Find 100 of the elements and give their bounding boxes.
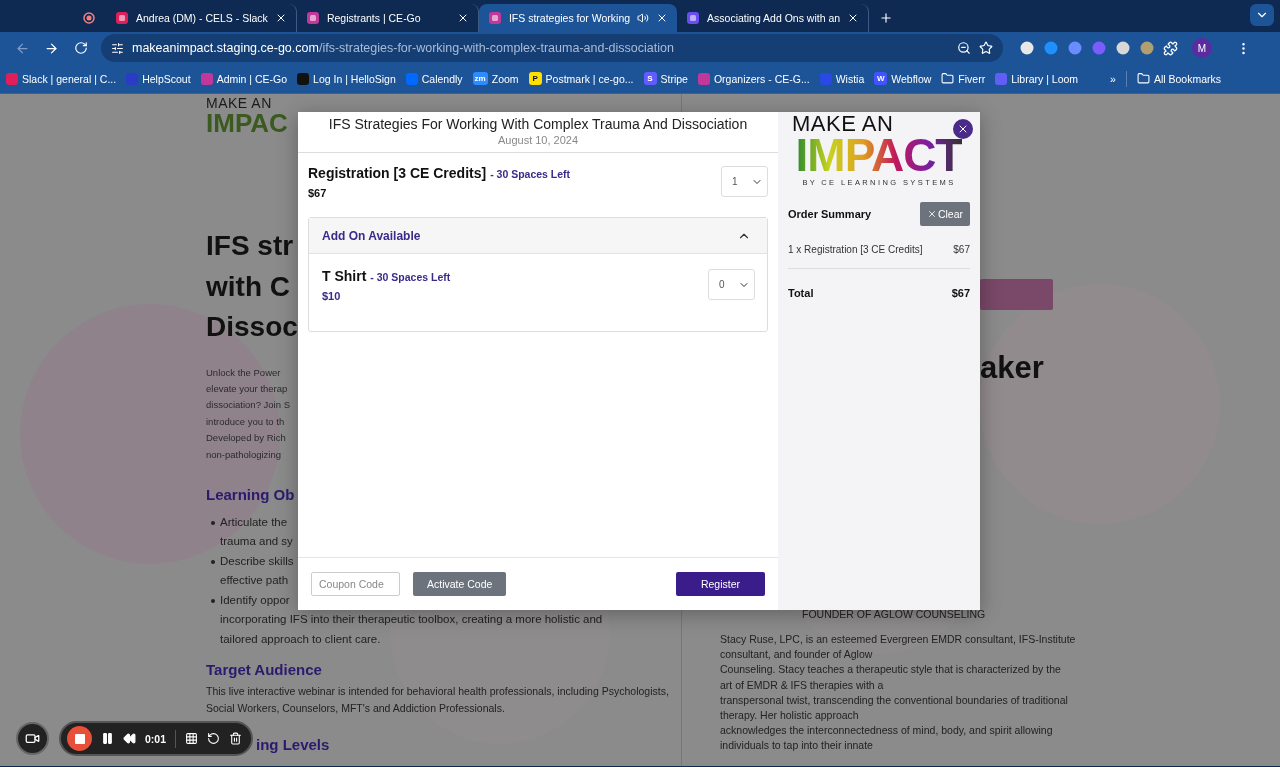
availability-text: - 30 Spaces Left [490, 168, 571, 180]
arrow-right-icon [44, 40, 59, 56]
bookmark-icon: W [874, 72, 888, 85]
extension-icon[interactable] [1139, 40, 1155, 56]
bullet-icon [211, 559, 215, 564]
rewind-icon[interactable] [123, 732, 136, 745]
bookmark[interactable]: Log In | HelloSign [297, 72, 396, 85]
addon-header[interactable]: Add On Available [309, 218, 767, 254]
trash-icon[interactable] [229, 732, 242, 745]
extensions-icon[interactable] [1163, 40, 1178, 56]
close-button[interactable] [953, 119, 973, 139]
intro-paragraph: Unlock the Power elevate your therap dissociation? Join S introduce you to th Developed by Rich non-pathologizing [206, 365, 290, 462]
ticket-name: Registration [3 CE Credits] [308, 165, 487, 181]
bookmark-label: Stripe [660, 72, 688, 85]
summary-amount: $67 [953, 244, 970, 255]
clear-button[interactable]: Clear [920, 202, 970, 226]
activate-code-button[interactable]: Activate Code [413, 572, 507, 596]
bookmark-label: Admin | CE-Go [216, 72, 288, 85]
video-camera-icon [25, 731, 40, 746]
more-bookmarks-button[interactable]: » [1110, 72, 1116, 85]
camera-button[interactable] [16, 722, 49, 755]
section-heading: ing Levels [256, 736, 330, 755]
speaker-heading: aker [980, 350, 1044, 386]
pause-icon[interactable] [101, 732, 114, 745]
bookmark-label: Postmark | ce-go... [545, 72, 634, 85]
register-button[interactable]: Register [676, 572, 765, 596]
audience-paragraph: This live interactive webinar is intended for behavioral health professionals, including Psychologists, Social Workers, Counselors, MFT's and Addiction Professionals. [206, 684, 670, 717]
bookmark[interactable]: Calendly [405, 72, 463, 85]
star-icon[interactable] [979, 41, 993, 55]
ticket-price: $67 [308, 187, 327, 199]
dialog-title: IFS Strategies For Working With Complex Trauma And Dissociation [328, 116, 748, 132]
record-icon [83, 12, 95, 24]
folder-icon [1136, 72, 1150, 85]
bookmark-icon: zm [472, 72, 488, 85]
restart-icon[interactable] [207, 732, 220, 745]
close-icon [957, 123, 969, 135]
speaker-bio: Stacy Ruse, LPC, is an esteemed Evergreen EMDR consultant, IFS-Institute consultant, and founder of Aglow Counseling. Stacy teaches a therapeutic style that is characterized by the art of EMDR & IFS therapies with a transpersonal twist, transcending the conventional boundaries of traditional therapy. Her holistic approach acknowledges the interconnectedness of mind, body, and spirit allowing individuals to tap into their innate [720, 632, 1076, 754]
bookmark-label: Log In | HelloSign [313, 72, 396, 85]
bookmark-label: Fiverr [958, 72, 986, 85]
tab-title: Associating Add Ons with an [707, 12, 841, 24]
browser-tab[interactable]: IFS strategies for Working [478, 4, 678, 32]
coupon-field[interactable]: Coupon Code [311, 572, 400, 596]
zoom-icon[interactable] [957, 41, 971, 55]
page-heading: IFS str with C Dissoc [206, 229, 298, 344]
bookmark[interactable]: W Webflow [874, 72, 932, 85]
plus-icon [879, 11, 894, 25]
bookmark[interactable]: zm Zoom [472, 72, 519, 85]
bookmark-icon: S [643, 72, 657, 85]
folder-icon [941, 72, 955, 85]
quantity-select[interactable]: 1 [721, 166, 768, 197]
address-bar[interactable]: makeanimpact.staging.ce-go.com/ifs-strategies-for-working-with-complex-trauma-and-dissociation [101, 34, 1003, 62]
objective-text: Describe skills effective path [220, 553, 294, 589]
bookmark[interactable]: S Stripe [643, 72, 688, 85]
tab-title: Andrea (DM) - CELS - Slack [136, 12, 268, 24]
section-heading: Learning Ob [206, 485, 295, 504]
bullet-icon [211, 598, 215, 603]
bookmark-icon: P [528, 72, 542, 85]
event-date: August 10, 2024 [497, 134, 579, 146]
bookmark[interactable]: P Postmark | ce-go... [528, 72, 634, 85]
bookmark-label: Wistia [835, 72, 865, 85]
bookmark[interactable]: Wistia [819, 72, 865, 85]
x-icon [926, 209, 937, 219]
site-info-icon[interactable] [111, 41, 124, 55]
tab-title: Registrants | CE-Go [326, 12, 422, 24]
bookmark-label: Zoom [491, 72, 519, 85]
addon-heading: Add On Available [322, 228, 421, 243]
total-label: Total [788, 287, 814, 299]
extension-icon[interactable] [1019, 40, 1035, 56]
speaker-icon[interactable] [637, 12, 650, 24]
bookmark-label: All Bookmarks [1153, 72, 1222, 85]
summary-heading: Order Summary [788, 208, 872, 220]
recording-time: 0:01 [145, 732, 166, 745]
stop-button[interactable] [67, 726, 92, 751]
availability-text: - 30 Spaces Left [370, 271, 451, 283]
bookmark[interactable]: HelpScout [126, 72, 191, 85]
addon-name: T Shirt [322, 268, 367, 284]
extension-icon[interactable] [1115, 40, 1131, 56]
site-logo: MAKE AN IMPAC [206, 96, 288, 136]
total-amount: $67 [951, 287, 970, 299]
section-heading: Target Audience [206, 661, 322, 680]
bookmark[interactable]: Admin | CE-Go [200, 72, 288, 85]
profile-avatar[interactable]: M [1192, 38, 1212, 58]
all-bookmarks-button[interactable]: All Bookmarks [1136, 72, 1222, 85]
bullet-icon [211, 520, 215, 525]
bookmark-label: Webflow [891, 72, 932, 85]
bookmark[interactable]: Library | Loom [995, 72, 1079, 85]
addon-price: $10 [322, 290, 341, 302]
url-text: makeanimpact.staging.ce-go.com/ifs-strategies-for-working-with-complex-trauma-and-dissociation [132, 41, 675, 55]
speaker-title: FOUNDER OF AGLOW COUNSELING [802, 608, 986, 620]
grid-icon[interactable] [185, 732, 198, 745]
bookmark-label: Library | Loom [1011, 72, 1079, 85]
reload-icon [73, 41, 88, 55]
objective-text: Articulate the trauma and sy [220, 514, 293, 550]
tab-menu-button[interactable] [1250, 4, 1274, 26]
quantity-select[interactable]: 0 [708, 269, 755, 300]
bookmark-label: HelpScout [142, 72, 191, 85]
bookmark-label: Calendly [421, 72, 463, 85]
summary-item: 1 x Registration [3 CE Credits] [788, 244, 923, 255]
bookmark[interactable]: Fiverr [941, 72, 986, 85]
tab-title: IFS strategies for Working [508, 12, 631, 24]
